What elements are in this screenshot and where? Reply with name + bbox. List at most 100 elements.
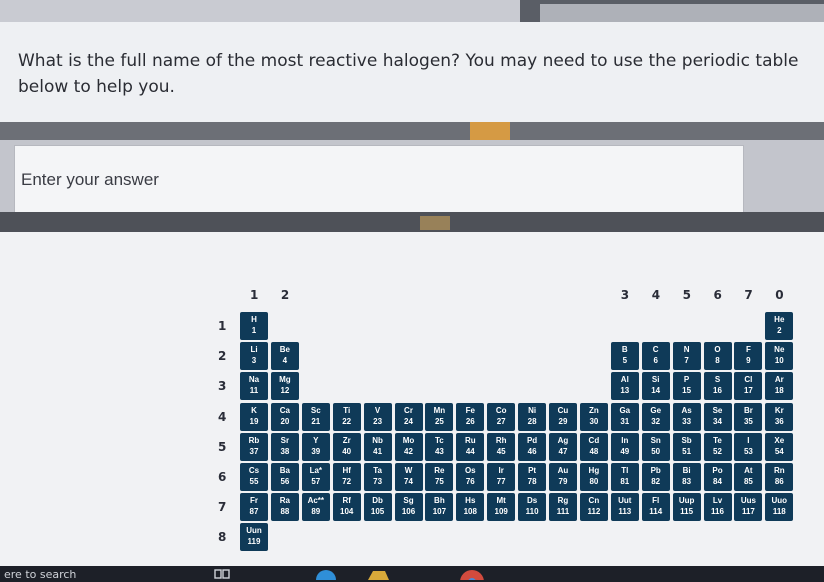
element-symbol: Pb	[650, 466, 661, 475]
element-cell: Uup 115	[672, 493, 701, 522]
element-symbol: O	[714, 345, 721, 355]
element-cell: Li 3	[240, 342, 268, 371]
element-symbol: S	[714, 375, 721, 385]
element-cell: Lv 116	[703, 493, 732, 522]
element-symbol: Sb	[681, 435, 692, 445]
element-number: 106	[401, 507, 416, 517]
element-number: 84	[713, 477, 722, 486]
element-cell: Ti 22	[332, 402, 361, 431]
taskbar-search-text[interactable]: ere to search	[4, 568, 76, 581]
edge-browser-icon[interactable]	[313, 568, 339, 580]
element-symbol: As	[681, 405, 692, 415]
file-explorer-icon[interactable]	[365, 568, 391, 580]
element-symbol: Ca	[279, 405, 290, 415]
element-cell: B5	[610, 342, 639, 371]
element-number: 112	[587, 507, 601, 517]
element-symbol: Db	[372, 496, 383, 506]
element-symbol: Na	[248, 375, 260, 385]
element-symbol: Al	[620, 375, 629, 385]
element-number: 117	[741, 507, 755, 517]
element-number: 57	[311, 477, 321, 486]
element-symbol: Sg	[403, 496, 414, 506]
element-number: 118	[772, 507, 786, 517]
element-cell: Ir 77	[487, 463, 516, 491]
element-number: 53	[743, 446, 753, 456]
period-label: 4	[218, 409, 227, 424]
element-cell: Rn 86	[765, 463, 794, 491]
element-cell: Ge 32	[641, 402, 670, 431]
element-number: 114	[649, 507, 663, 517]
element-cell: Cs 55	[240, 463, 268, 491]
element-symbol: W	[404, 466, 413, 475]
answer-input[interactable]	[15, 146, 749, 214]
element-number: 33	[682, 416, 692, 426]
element-cell: F9	[734, 342, 763, 371]
element-symbol: Te	[713, 435, 722, 445]
element-number: 115	[680, 507, 694, 517]
element-symbol: Rn	[773, 466, 785, 475]
element-cell: Sg 106	[394, 493, 423, 522]
element-symbol: In	[621, 435, 629, 445]
element-number: 72	[342, 477, 352, 486]
element-symbol: Uup	[678, 496, 695, 506]
element-symbol: C	[652, 345, 659, 355]
element-symbol: Zn	[589, 405, 599, 415]
element-symbol: Bh	[434, 496, 445, 506]
element-symbol: La*	[309, 466, 323, 475]
chrome-icon[interactable]	[457, 568, 487, 580]
element-number: 29	[558, 416, 568, 426]
element-symbol: P	[683, 375, 690, 385]
element-number: 78	[527, 477, 537, 486]
element-symbol: Li	[250, 345, 258, 355]
element-number: 19	[249, 416, 259, 426]
group-label: 4	[651, 288, 661, 302]
element-number: 52	[713, 446, 722, 456]
element-cell: Ag 47	[549, 432, 577, 461]
element-symbol: Y	[313, 435, 319, 445]
element-cell: Os 76	[456, 463, 485, 491]
element-number: 35	[743, 416, 753, 426]
element-symbol: Fr	[250, 496, 258, 506]
element-cell: Kr 36	[765, 402, 794, 431]
element-symbol: Mg	[279, 375, 291, 385]
element-number: 47	[558, 446, 568, 456]
top-background-band	[0, 0, 824, 22]
element-number: 14	[651, 386, 661, 396]
element-number: 119	[247, 537, 261, 547]
element-number: 10	[774, 356, 784, 366]
element-number: 2	[777, 326, 782, 335]
element-symbol: Ds	[526, 496, 538, 506]
element-symbol: Ba	[279, 466, 290, 475]
element-cell: Ac** 89	[301, 493, 330, 522]
element-number: 89	[311, 507, 321, 517]
element-symbol: Pd	[526, 435, 538, 445]
element-symbol: Hf	[342, 466, 351, 475]
element-symbol: Bi	[682, 466, 691, 475]
element-symbol: Mo	[402, 435, 415, 445]
period-label: 8	[218, 530, 227, 545]
element-symbol: Hg	[588, 466, 600, 475]
element-number: 116	[711, 507, 724, 517]
element-symbol: Ir	[498, 466, 504, 475]
answer-field[interactable]	[14, 145, 749, 215]
element-symbol: Re	[434, 466, 445, 475]
element-cell: Ra 88	[270, 493, 299, 522]
element-number: 46	[527, 446, 537, 456]
element-cell: S 16	[703, 372, 732, 401]
element-symbol: Au	[557, 466, 569, 475]
element-cell: Cu 29	[549, 402, 577, 431]
element-number: 50	[651, 446, 661, 456]
element-number: 79	[558, 477, 568, 486]
element-number: 49	[620, 446, 630, 456]
element-number: 7	[684, 356, 689, 366]
element-cell: I 53	[734, 432, 763, 461]
element-number: 11	[249, 386, 259, 396]
period-label: 5	[218, 439, 227, 454]
element-cell: Fl 114	[641, 493, 670, 522]
element-symbol: He	[774, 315, 785, 324]
element-symbol: Hs	[465, 496, 476, 506]
element-number: 105	[370, 507, 385, 517]
element-symbol: N	[683, 345, 690, 355]
task-view-icon[interactable]	[214, 568, 230, 580]
period-label: 6	[218, 470, 227, 484]
